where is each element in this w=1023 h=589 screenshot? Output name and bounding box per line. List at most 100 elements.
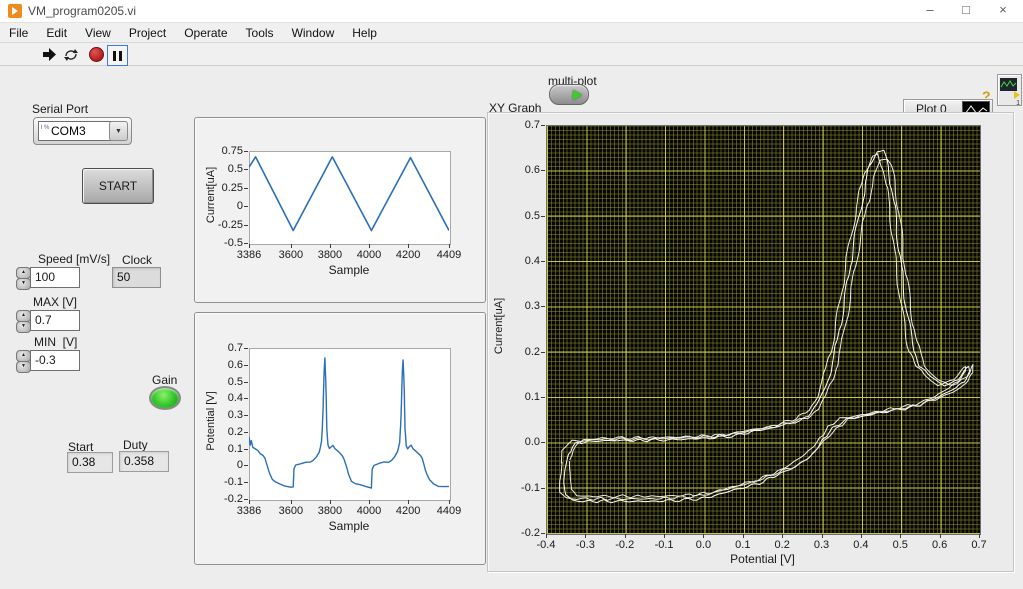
y-tick-label: 0.7 bbox=[525, 119, 540, 131]
pause-button[interactable] bbox=[107, 45, 128, 66]
y-tick-label: -0.2 bbox=[224, 493, 243, 505]
x-tick-mark bbox=[369, 244, 370, 248]
y-tick-label: 0 bbox=[237, 200, 243, 212]
menu-item-help[interactable]: Help bbox=[343, 26, 386, 40]
min-input[interactable]: -0.3 bbox=[30, 350, 80, 371]
abort-button[interactable] bbox=[87, 45, 106, 64]
current_chart-series bbox=[249, 151, 449, 243]
x-tick-mark bbox=[585, 534, 586, 538]
menu-item-file[interactable]: File bbox=[0, 26, 37, 40]
serial-port-dropdown-button[interactable]: ▼ bbox=[109, 121, 128, 141]
context-help-screen-icon bbox=[1000, 78, 1017, 91]
y-tick-label: 0.6 bbox=[525, 164, 540, 176]
x-tick-mark bbox=[664, 534, 665, 538]
x-tick-label: 4200 bbox=[396, 249, 420, 261]
min-label: MIN [V] bbox=[34, 335, 77, 349]
y-tick-label: 0.5 bbox=[228, 163, 243, 175]
run-button[interactable] bbox=[40, 45, 59, 64]
menu-item-view[interactable]: View bbox=[76, 26, 120, 40]
min-spinner[interactable]: ▲▼ bbox=[16, 350, 29, 371]
x-tick-label: 0.1 bbox=[735, 539, 750, 551]
x-tick-label: 3600 bbox=[279, 249, 303, 261]
menu-item-project[interactable]: Project bbox=[120, 26, 175, 40]
y-tick-label: 0.0 bbox=[525, 436, 540, 448]
x-tick-mark bbox=[625, 534, 626, 538]
y-tick-label: 0.7 bbox=[228, 342, 243, 354]
max-spinner[interactable]: ▲▼ bbox=[16, 310, 29, 331]
y-tick-label: 0.4 bbox=[228, 392, 243, 404]
x-tick-label: 3386 bbox=[237, 249, 261, 261]
x-tick-label: -0.1 bbox=[655, 539, 674, 551]
serial-port-combobox[interactable]: I % COM3 ▼ bbox=[33, 117, 132, 145]
y-tick-label: 0.2 bbox=[525, 346, 540, 358]
duty-indicator: 0.358 bbox=[119, 451, 169, 472]
x-tick-label: 3600 bbox=[279, 505, 303, 517]
y-tick-mark bbox=[541, 125, 545, 126]
menu-item-tools[interactable]: Tools bbox=[237, 26, 283, 40]
x-tick-label: 4409 bbox=[437, 249, 461, 261]
y-tick-label: 0.5 bbox=[525, 210, 540, 222]
maximize-button[interactable]: □ bbox=[951, 0, 981, 22]
xy_graph-series bbox=[546, 125, 979, 533]
y-tick-label: 0.4 bbox=[525, 255, 540, 267]
title-bar: VM_program0205.vi – □ × bbox=[0, 0, 1023, 23]
x-tick-mark bbox=[408, 500, 409, 504]
y-tick-mark bbox=[244, 398, 248, 399]
y-tick-mark bbox=[244, 169, 248, 170]
labview-front-panel: VM_program0205.vi – □ × File Edit View P… bbox=[0, 0, 1023, 589]
x-tick-label: 0.6 bbox=[932, 539, 947, 551]
y-tick-mark bbox=[541, 261, 545, 262]
y-tick-mark bbox=[244, 382, 248, 383]
y-tick-mark bbox=[244, 206, 248, 207]
minimize-button[interactable]: – bbox=[915, 0, 945, 22]
xy-graph-ylabel: Current[uA] bbox=[493, 276, 505, 376]
y-tick-mark bbox=[541, 216, 545, 217]
menu-item-edit[interactable]: Edit bbox=[37, 26, 76, 40]
x-tick-mark bbox=[330, 500, 331, 504]
menu-item-window[interactable]: Window bbox=[283, 26, 344, 40]
x-tick-mark bbox=[291, 500, 292, 504]
x-tick-label: 4409 bbox=[437, 505, 461, 517]
y-tick-mark bbox=[244, 432, 248, 433]
x-tick-label: 3800 bbox=[318, 249, 342, 261]
max-input[interactable]: 0.7 bbox=[30, 310, 80, 331]
x-tick-mark bbox=[703, 534, 704, 538]
run-arrow-icon bbox=[42, 47, 58, 62]
x-tick-label: 4000 bbox=[357, 505, 381, 517]
menu-item-operate[interactable]: Operate bbox=[175, 26, 236, 40]
run-continuous-button[interactable] bbox=[61, 45, 80, 64]
potential-chart-xlabel: Sample bbox=[249, 519, 449, 533]
y-tick-mark bbox=[541, 533, 545, 534]
window-title: VM_program0205.vi bbox=[28, 4, 136, 18]
y-tick-label: 0.3 bbox=[228, 409, 243, 421]
y-tick-mark bbox=[541, 488, 545, 489]
start-button[interactable]: START bbox=[82, 168, 154, 204]
close-button[interactable]: × bbox=[988, 0, 1018, 22]
y-tick-mark bbox=[244, 482, 248, 483]
y-tick-mark bbox=[244, 225, 248, 226]
x-tick-mark bbox=[449, 244, 450, 248]
x-tick-mark bbox=[861, 534, 862, 538]
potential-chart-ylabel: Potential [V] bbox=[205, 379, 217, 463]
x-tick-mark bbox=[291, 244, 292, 248]
multi-plot-switch[interactable] bbox=[549, 84, 589, 105]
context-help-number: 1 bbox=[1016, 100, 1020, 107]
pause-icon bbox=[113, 51, 122, 61]
x-tick-mark bbox=[546, 534, 547, 538]
y-tick-mark bbox=[244, 365, 248, 366]
speed-spinner[interactable]: ▲▼ bbox=[16, 267, 29, 288]
serial-port-field[interactable]: I % COM3 bbox=[38, 121, 114, 141]
y-tick-label: -0.1 bbox=[224, 476, 243, 488]
potential_chart-series bbox=[249, 348, 449, 499]
y-tick-mark bbox=[541, 352, 545, 353]
speed-input[interactable]: 100 bbox=[30, 267, 80, 288]
x-tick-mark bbox=[743, 534, 744, 538]
abort-icon bbox=[89, 47, 104, 62]
max-label: MAX [V] bbox=[33, 295, 77, 309]
y-tick-mark bbox=[541, 170, 545, 171]
y-tick-label: -0.2 bbox=[521, 527, 540, 539]
y-tick-label: -0.1 bbox=[521, 482, 540, 494]
y-tick-mark bbox=[244, 188, 248, 189]
context-help-button[interactable]: 1 bbox=[997, 74, 1022, 106]
x-tick-label: -0.3 bbox=[576, 539, 595, 551]
